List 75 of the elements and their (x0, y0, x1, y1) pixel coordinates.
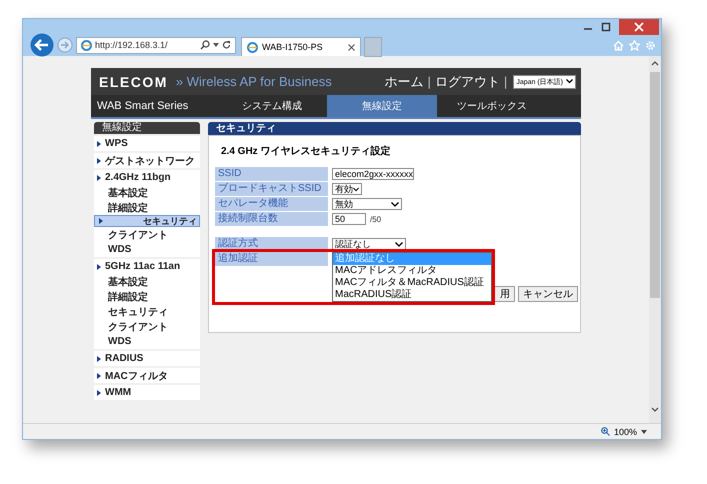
sidebar-item[interactable]: MACフィルタ (94, 368, 200, 383)
triangle-icon (97, 372, 101, 378)
nav-tab[interactable]: ツールボックス (437, 95, 547, 117)
field-label: SSID (215, 167, 328, 181)
sidebar-subitem[interactable]: 詳細設定 (94, 289, 200, 304)
address-text: http://192.168.3.1/ (95, 40, 169, 50)
sidebar-item[interactable]: RADIUS (94, 351, 200, 366)
sidebar-subitem[interactable]: 基本設定 (94, 274, 200, 289)
limit-text: /50 (370, 214, 382, 224)
triangle-icon (97, 264, 101, 270)
field-label: 接続制限台数 (215, 212, 328, 226)
maximize-icon[interactable] (601, 22, 611, 32)
sidebar-title: 無線設定 (94, 122, 200, 134)
separator-text: | (428, 74, 431, 89)
sidebar-item[interactable]: WPS (94, 136, 200, 151)
logo-text: ELECOM (99, 74, 168, 90)
zoom-icon[interactable] (600, 427, 610, 436)
select-field[interactable]: 認証なし (332, 238, 406, 250)
triangle-icon (97, 356, 101, 362)
sidebar-subitem[interactable]: WDS (94, 242, 200, 257)
field-label: セパレータ機能 (215, 197, 328, 211)
select-field[interactable]: 無効 (332, 198, 402, 210)
sidebar-item[interactable]: ゲストネットワーク (94, 153, 200, 168)
dropdown-option[interactable]: MACアドレスフィルタ (333, 265, 491, 277)
close-button[interactable] (619, 19, 659, 35)
chevron-icon (391, 202, 399, 206)
zoom-level[interactable]: 100% (614, 426, 637, 436)
form-button[interactable]: キャンセル (518, 286, 578, 302)
chevron-icon (395, 242, 403, 246)
sidebar-subitem[interactable]: クライアント (94, 319, 200, 334)
sidebar-subitem[interactable]: 詳細設定 (94, 200, 200, 215)
sidebar-subitem[interactable]: クライアント (94, 227, 200, 242)
sidebar-item[interactable]: 5GHz 11ac 11an (94, 259, 200, 274)
separator-text: | (504, 74, 508, 89)
dropdown-option[interactable]: MACフィルタ＆MacRADIUS認証 (333, 277, 491, 289)
triangle-icon (99, 218, 103, 224)
chevron-icon (566, 79, 573, 84)
select-field[interactable]: elecom2gxx-xxxxxx (332, 168, 414, 180)
nav-tab[interactable]: 無線設定 (327, 95, 437, 117)
triangle-icon (97, 140, 101, 146)
star-icon[interactable] (629, 40, 640, 50)
address-bar[interactable]: http://192.168.3.1/ (76, 36, 236, 54)
sidebar-subitem[interactable]: セキュリティ (94, 215, 200, 227)
scrollbar[interactable] (649, 56, 661, 423)
refresh-icon[interactable] (222, 40, 231, 50)
browser-logo-icon (81, 40, 92, 50)
search-icon[interactable] (200, 40, 210, 50)
panel-title: セキュリティ (208, 122, 581, 135)
triangle-icon (97, 390, 101, 396)
input-field[interactable]: 50 (332, 213, 366, 225)
nav-tab[interactable]: システム構成 (217, 95, 327, 117)
triangle-icon (97, 174, 101, 180)
header-link[interactable]: ログアウト (434, 72, 500, 90)
sidebar-item[interactable]: WMM (94, 385, 200, 400)
caret-icon[interactable] (641, 430, 647, 434)
browser-logo-icon (247, 42, 258, 52)
sidebar-subitem[interactable]: セキュリティ (94, 304, 200, 319)
field-label: ブロードキャストSSID (215, 182, 328, 196)
select-field[interactable]: 有効 (332, 183, 362, 195)
caret-icon[interactable] (213, 43, 219, 47)
triangle-icon (97, 158, 101, 164)
dropdown-list[interactable]: 追加認証なし MACアドレスフィルタ MACフィルタ＆MacRADIUS認証 MacRADIUS認証 (332, 252, 492, 302)
sidebar-subitem[interactable]: 基本設定 (94, 185, 200, 200)
series-title: WAB Smart Series (96, 99, 190, 114)
chevron-icon (353, 186, 359, 192)
browser-tab[interactable]: WAB-I1750-PS (241, 37, 361, 56)
close-icon[interactable] (348, 44, 355, 50)
header-link[interactable]: ホーム (384, 72, 424, 90)
product-title: » Wireless AP for Business (176, 74, 332, 89)
field-label: 追加認証 (215, 252, 328, 266)
sidebar-subitem[interactable]: WDS (94, 334, 200, 349)
close-icon (634, 22, 644, 32)
back-button[interactable] (30, 33, 54, 57)
section-heading: 2.4 GHz ワイヤレスセキュリティ設定 (220, 144, 392, 158)
sidebar-item[interactable]: 2.4GHz 11bgn (94, 170, 200, 185)
